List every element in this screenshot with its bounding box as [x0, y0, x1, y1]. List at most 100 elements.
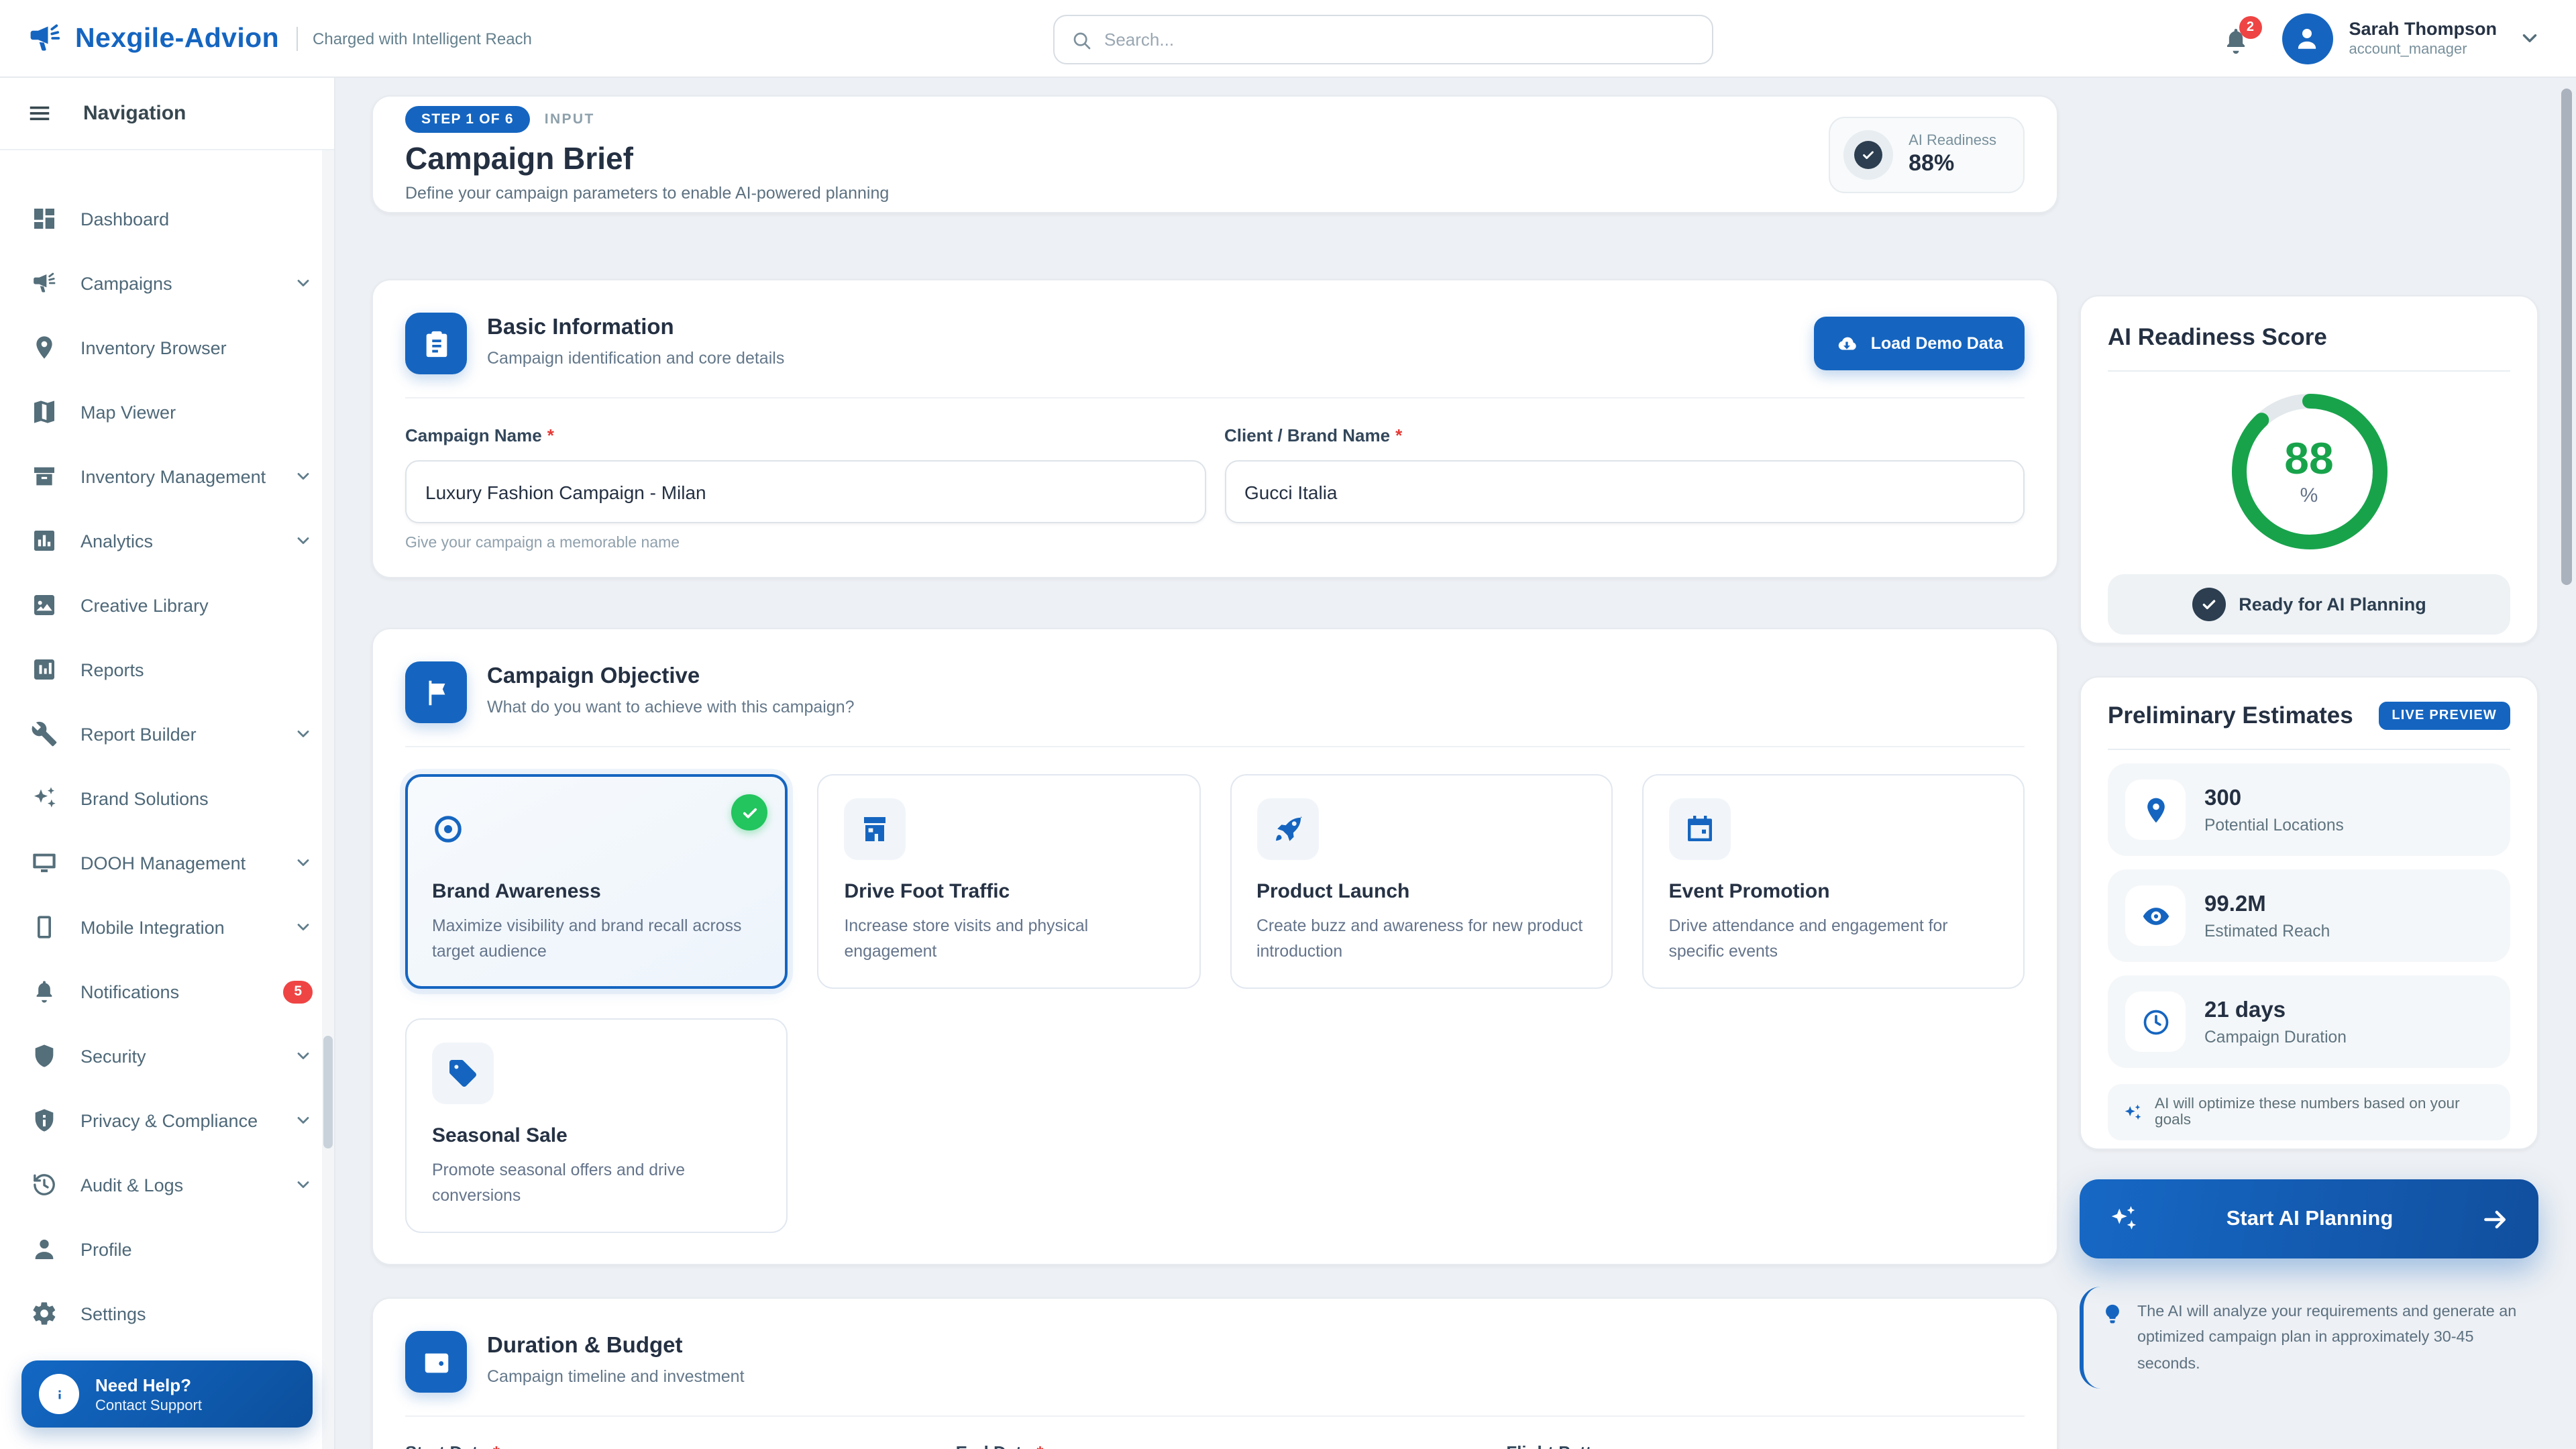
sidebar-item-brand-solutions[interactable]: Brand Solutions [0, 766, 334, 830]
objective-header: Campaign Objective What do you want to a… [405, 661, 2025, 723]
basic-info-texts: Basic Information Campaign identificatio… [487, 313, 784, 368]
objective-option-event-promotion[interactable]: Event Promotion Drive attendance and eng… [1642, 774, 2025, 989]
sidebar-item-map-viewer[interactable]: Map Viewer [0, 380, 334, 444]
preliminary-estimates-panel: Preliminary Estimates LIVE PREVIEW 300 P… [2080, 676, 2538, 1150]
section-subtitle: Campaign identification and core details [487, 349, 784, 368]
dashboard-icon [31, 205, 58, 232]
wrench-icon [31, 720, 58, 747]
sidebar-item-dooh-management[interactable]: DOOH Management [0, 830, 334, 895]
readiness-chip-value: 88% [1909, 150, 1996, 176]
smartphone-icon [31, 914, 58, 941]
campaign-objective-section: Campaign Objective What do you want to a… [372, 628, 2058, 1265]
user-info[interactable]: Sarah Thompson account_manager [2349, 19, 2497, 58]
objective-option-drive-foot-traffic[interactable]: Drive Foot Traffic Increase store visits… [818, 774, 1201, 989]
sidebar-item-security[interactable]: Security [0, 1024, 334, 1088]
readiness-chip-texts: AI Readiness 88% [1909, 132, 1996, 176]
step-phase-label: INPUT [545, 111, 595, 127]
monitor-icon [31, 849, 58, 876]
map-icon [31, 398, 58, 425]
sparkles-icon [31, 785, 58, 812]
sidebar-item-campaigns[interactable]: Campaigns [0, 251, 334, 315]
calendar-icon [1669, 798, 1731, 860]
sidebar-item-creative-library[interactable]: Creative Library [0, 573, 334, 637]
sidebar-item-report-builder[interactable]: Report Builder [0, 702, 334, 766]
campaign-name-field[interactable] [405, 460, 1205, 523]
sidebar-item-audit-logs[interactable]: Audit & Logs [0, 1152, 334, 1217]
objective-texts: Campaign Objective What do you want to a… [487, 661, 855, 716]
chevron-down-icon [294, 1111, 313, 1130]
sidebar: Navigation Dashboard Campaigns Inventory… [0, 78, 335, 1449]
brand-logo[interactable]: Nexgile-Advion Charged with Intelligent … [0, 20, 532, 56]
section-subtitle: What do you want to achieve with this ca… [487, 698, 855, 716]
sidebar-item-settings[interactable]: Settings [0, 1281, 334, 1346]
sidebar-item-inventory-browser[interactable]: Inventory Browser [0, 315, 334, 380]
sidebar-item-privacy-compliance[interactable]: Privacy & Compliance [0, 1088, 334, 1152]
duration-fields: Start Date* End Date* Flight Pattern [405, 1441, 2025, 1449]
arrow-right-icon [2481, 1204, 2510, 1234]
flag-icon [405, 661, 467, 723]
page-header-texts: STEP 1 OF 6 INPUT Campaign Brief Define … [405, 106, 889, 203]
report-chart-icon [31, 656, 58, 683]
user-name: Sarah Thompson [2349, 19, 2497, 39]
duration-budget-section: Duration & Budget Campaign timeline and … [372, 1297, 2058, 1449]
page-scrollbar-thumb[interactable] [2561, 89, 2572, 585]
main-column: STEP 1 OF 6 INPUT Campaign Brief Define … [372, 95, 2058, 1449]
start-ai-planning-button[interactable]: Start AI Planning [2080, 1179, 2538, 1258]
app-body: Navigation Dashboard Campaigns Inventory… [0, 78, 2576, 1449]
page-subtitle: Define your campaign parameters to enabl… [405, 184, 889, 203]
info-icon [39, 1374, 79, 1414]
client-name-field[interactable] [1224, 460, 2025, 523]
person-icon [2293, 24, 2321, 52]
history-clock-icon [31, 1171, 58, 1198]
app-header: Nexgile-Advion Charged with Intelligent … [0, 0, 2576, 78]
basic-info-header: Basic Information Campaign identificatio… [405, 313, 2025, 374]
notifications-count-badge: 5 [283, 980, 313, 1003]
sidebar-scrollbar-thumb[interactable] [323, 1036, 333, 1148]
storefront-icon [845, 798, 906, 860]
help-texts: Need Help? Contact Support [95, 1375, 202, 1413]
campaign-name-label: Campaign Name* [405, 425, 554, 445]
donut-center-labels: 88 % [2231, 393, 2387, 550]
estimate-label: Potential Locations [2204, 815, 2344, 834]
hamburger-menu-icon[interactable] [27, 101, 52, 126]
objective-option-seasonal-sale[interactable]: Seasonal Sale Promote seasonal offers an… [405, 1018, 788, 1233]
check-circle-icon [2192, 588, 2225, 621]
map-pin-icon [2125, 780, 2186, 840]
need-help-card[interactable]: Need Help? Contact Support [21, 1360, 313, 1428]
logo-text: Nexgile-Advion [75, 22, 279, 54]
sidebar-item-profile[interactable]: Profile [0, 1217, 334, 1281]
global-search[interactable] [1053, 15, 1713, 64]
sidebar-item-mobile-integration[interactable]: Mobile Integration [0, 895, 334, 959]
user-avatar[interactable] [2282, 13, 2332, 64]
estimate-row-duration: 21 days Campaign Duration [2108, 975, 2510, 1068]
objective-option-brand-awareness[interactable]: Brand Awareness Maximize visibility and … [405, 774, 788, 989]
chevron-down-icon[interactable] [2518, 27, 2541, 50]
sparkles-icon [2123, 1102, 2143, 1122]
sidebar-nav: Dashboard Campaigns Inventory Browser Ma… [0, 150, 334, 1449]
brand-tagline: Charged with Intelligent Reach [297, 26, 532, 50]
sidebar-item-inventory-management[interactable]: Inventory Management [0, 444, 334, 508]
duration-texts: Duration & Budget Campaign timeline and … [487, 1331, 745, 1386]
sidebar-item-reports[interactable]: Reports [0, 637, 334, 702]
section-subtitle: Campaign timeline and investment [487, 1367, 745, 1386]
sidebar-item-notifications[interactable]: Notifications 5 [0, 959, 334, 1024]
wallet-icon [405, 1331, 467, 1393]
chevron-down-icon [294, 274, 313, 292]
tag-icon [432, 1042, 494, 1104]
campaign-name-helper: Give your campaign a memorable name [405, 535, 1205, 551]
clipboard-icon [405, 313, 467, 374]
start-date-label: Start Date* [405, 1442, 500, 1449]
bell-icon [31, 978, 58, 1005]
readiness-status-text: Ready for AI Planning [2239, 594, 2426, 614]
readiness-chip-label: AI Readiness [1909, 132, 1996, 148]
end-date-group: End Date* [956, 1441, 1474, 1449]
sidebar-item-dashboard[interactable]: Dashboard [0, 186, 334, 251]
notifications-button[interactable]: 2 [2220, 21, 2252, 56]
search-input[interactable] [1104, 30, 1696, 50]
readiness-chip-circle [1843, 129, 1892, 179]
sidebar-item-analytics[interactable]: Analytics [0, 508, 334, 573]
load-demo-data-button[interactable]: Load Demo Data [1815, 317, 2025, 370]
section-title: Campaign Objective [487, 664, 855, 690]
rocket-icon [1256, 798, 1318, 860]
objective-option-product-launch[interactable]: Product Launch Create buzz and awareness… [1230, 774, 1613, 989]
